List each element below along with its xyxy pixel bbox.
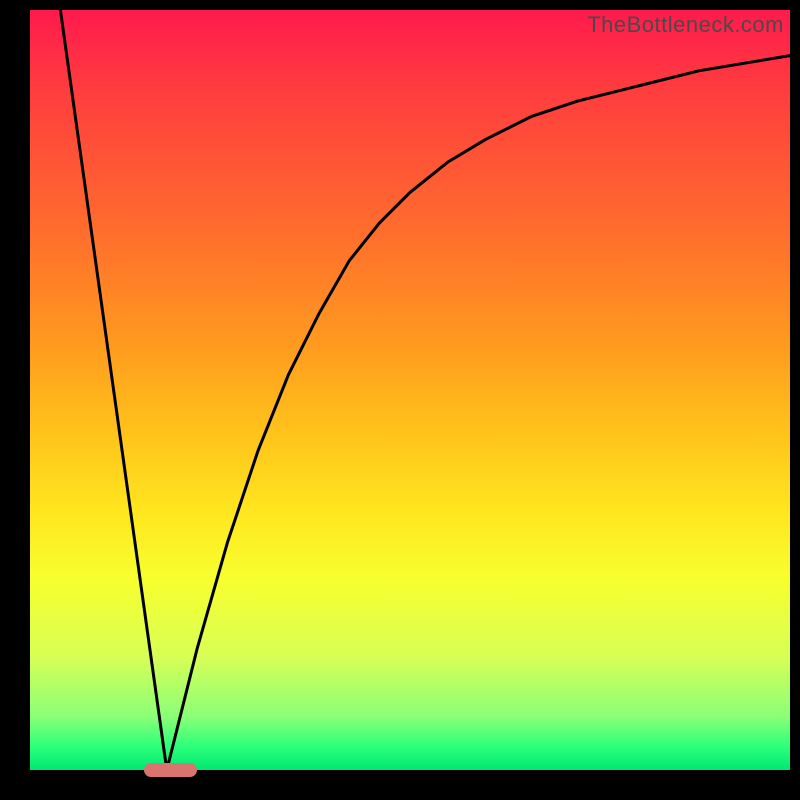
target-marker: [144, 763, 197, 777]
curve-layer: [30, 10, 790, 770]
chart-frame: TheBottleneck.com: [0, 0, 800, 800]
plot-area: TheBottleneck.com: [30, 10, 790, 770]
bottleneck-curve: [60, 10, 790, 770]
